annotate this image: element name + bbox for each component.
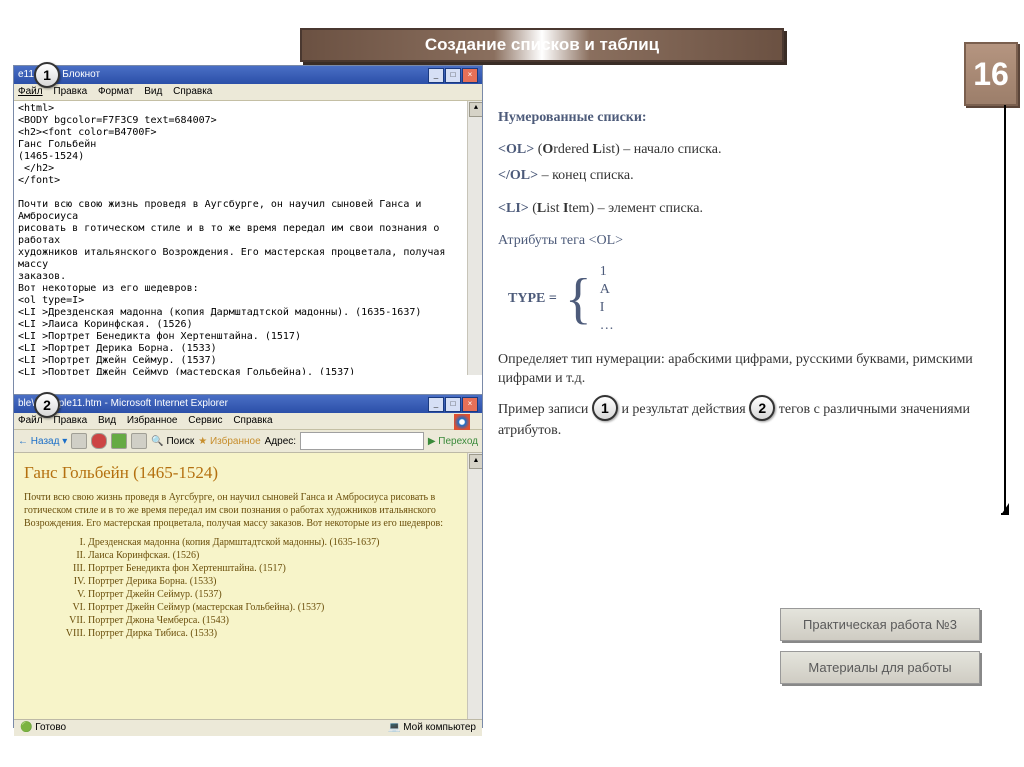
- status-right: 💻 Мой компьютер: [388, 720, 476, 736]
- materials-button[interactable]: Материалы для работы: [780, 651, 980, 684]
- type-desc: Определяет тип нумерации: арабскими цифр…: [498, 350, 988, 389]
- example-line: Пример записи 1 и результат действия 2 т…: [498, 395, 988, 441]
- address-input[interactable]: [300, 432, 424, 450]
- menu-help[interactable]: Справка: [173, 86, 212, 97]
- buttons-panel: Практическая работа №3 Материалы для раб…: [780, 608, 980, 694]
- ie-toolbar: ← Назад ▾ 🔍 Поиск ★ Избранное Адрес: ▶ П…: [14, 430, 482, 453]
- maximize-icon[interactable]: □: [445, 397, 461, 412]
- minimize-icon[interactable]: _: [428, 397, 444, 412]
- brace-icon: {: [565, 271, 592, 327]
- type-opt: I: [600, 299, 614, 317]
- badge-1-inline: 1: [592, 395, 618, 421]
- ol-close-desc: – конец списка.: [538, 168, 634, 183]
- forward-icon[interactable]: [71, 433, 87, 449]
- notepad-code: <html> <BODY bgcolor=F7F3C9 text=684007>…: [18, 103, 478, 375]
- menu-file[interactable]: Файл: [18, 86, 43, 97]
- attrs-title: Атрибуты тега <OL>: [498, 233, 988, 249]
- content-heading: Ганс Гольбейн (1465-1524): [24, 463, 472, 483]
- list-item: Портрет Джейн Сеймур (мастерская Гольбей…: [88, 601, 472, 614]
- ie-statusbar: 🟢 Готово 💻 Мой компьютер: [14, 719, 482, 736]
- li-desc: (List Item) – элемент списка.: [532, 201, 703, 216]
- status-left: 🟢 Готово: [20, 720, 66, 736]
- section-title: Нумерованные списки:: [498, 110, 988, 126]
- go-button[interactable]: ▶ Переход: [428, 436, 478, 447]
- ie-content: Ганс Гольбейн (1465-1524) Почти всю свою…: [14, 453, 482, 719]
- back-button[interactable]: ← Назад ▾: [18, 436, 67, 447]
- ol-open-tag: <OL>: [498, 142, 534, 157]
- stop-icon[interactable]: [91, 433, 107, 449]
- menu-edit[interactable]: Правка: [53, 86, 87, 97]
- page-title-banner: Создание списков и таблиц: [300, 28, 784, 62]
- list-item: Портрет Джона Чемберса. (1543): [88, 614, 472, 627]
- list-item: Лаиса Коринфская. (1526): [88, 549, 472, 562]
- menu-file[interactable]: Файл: [18, 415, 43, 426]
- menu-tools[interactable]: Сервис: [188, 415, 222, 426]
- close-icon[interactable]: ×: [462, 397, 478, 412]
- maximize-icon[interactable]: □: [445, 68, 461, 83]
- explanation-panel: Нумерованные списки: <OL> (Ordered List)…: [498, 110, 988, 446]
- menu-help[interactable]: Справка: [233, 415, 272, 426]
- type-opt: …: [600, 317, 614, 335]
- list-item: Портрет Дерика Борна. (1533): [88, 575, 472, 588]
- divider-line: [1004, 105, 1006, 515]
- refresh-icon[interactable]: [111, 433, 127, 449]
- badge-2: 2: [34, 392, 60, 418]
- scrollbar[interactable]: ▲: [467, 101, 482, 375]
- list-item: Дрезденская мадонна (копия Дармштадтской…: [88, 536, 472, 549]
- home-icon[interactable]: [131, 433, 147, 449]
- ie-titlebar[interactable]: ble\example11.htm - Microsoft Internet E…: [14, 395, 482, 413]
- type-opt: 1: [600, 263, 614, 281]
- ol-close-tag: </OL>: [498, 168, 538, 183]
- practice-button[interactable]: Практическая работа №3: [780, 608, 980, 641]
- type-label: TYPE =: [508, 291, 557, 307]
- notepad-titlebar[interactable]: e11.htm - Блокнот _ □ ×: [14, 66, 482, 84]
- ie-menubar[interactable]: Файл Правка Вид Избранное Сервис Справка: [14, 413, 482, 430]
- close-icon[interactable]: ×: [462, 68, 478, 83]
- menu-view[interactable]: Вид: [144, 86, 162, 97]
- notepad-window: e11.htm - Блокнот _ □ × Файл Правка Форм…: [13, 65, 483, 396]
- ol-open-desc: (Ordered List) – начало списка.: [538, 142, 722, 157]
- badge-2-inline: 2: [749, 395, 775, 421]
- search-button[interactable]: 🔍 Поиск: [151, 436, 194, 447]
- list-item: Портрет Бенедикта фон Хертенштайна. (151…: [88, 562, 472, 575]
- ie-logo-icon: [454, 414, 470, 430]
- content-list: Дрезденская мадонна (копия Дармштадтской…: [48, 536, 472, 640]
- notepad-menubar[interactable]: Файл Правка Формат Вид Справка: [14, 84, 482, 101]
- type-opt: A: [600, 281, 614, 299]
- favorites-button[interactable]: ★ Избранное: [198, 436, 260, 447]
- page-number: 16: [964, 42, 1018, 106]
- menu-view[interactable]: Вид: [98, 415, 116, 426]
- list-item: Портрет Дирка Тибиса. (1533): [88, 627, 472, 640]
- scrollbar[interactable]: ▲: [467, 453, 482, 719]
- notepad-textarea[interactable]: <html> <BODY bgcolor=F7F3C9 text=684007>…: [14, 101, 482, 375]
- list-item: Портрет Джейн Сеймур. (1537): [88, 588, 472, 601]
- menu-format[interactable]: Формат: [98, 86, 134, 97]
- content-para: Почти всю свою жизнь проведя в Аугсбурге…: [24, 491, 472, 530]
- type-block: TYPE = { 1 A I …: [508, 263, 988, 336]
- li-tag: <LI>: [498, 201, 529, 216]
- ie-window: ble\example11.htm - Microsoft Internet E…: [13, 394, 483, 728]
- menu-fav[interactable]: Избранное: [127, 415, 178, 426]
- menu-edit[interactable]: Правка: [53, 415, 87, 426]
- minimize-icon[interactable]: _: [428, 68, 444, 83]
- address-label: Адрес:: [265, 436, 296, 447]
- badge-1: 1: [34, 62, 60, 88]
